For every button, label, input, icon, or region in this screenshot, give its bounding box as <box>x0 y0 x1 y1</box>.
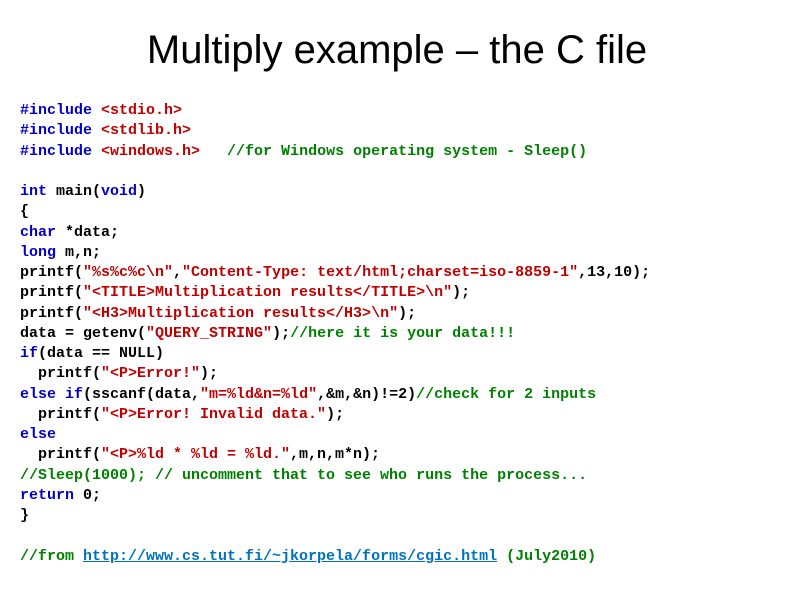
code-text: ,13,10); <box>578 264 650 281</box>
code-text: (data == NULL) <box>38 345 164 362</box>
string-literal: "<TITLE>Multiplication results</TITLE>\n… <box>83 284 452 301</box>
keyword-else: else <box>20 426 56 443</box>
string-literal: "%s%c%c\n" <box>83 264 173 281</box>
slide: Multiply example – the C file #include <… <box>0 0 794 595</box>
code-text: ,&m,&n)!=2) <box>317 386 416 403</box>
string-literal: "QUERY_STRING" <box>146 325 272 342</box>
code-text: main( <box>47 183 101 200</box>
comment: //here it is your data!!! <box>290 325 515 342</box>
include-keyword: #include <box>20 102 92 119</box>
brace: { <box>20 203 29 220</box>
code-text: *data; <box>56 224 119 241</box>
string-literal: "<P>Error!" <box>101 365 200 382</box>
string-literal: "<H3>Multiplication results</H3>\n" <box>83 305 398 322</box>
code-text: ); <box>452 284 470 301</box>
string-literal: "m=%ld&n=%ld" <box>200 386 317 403</box>
comment: //check for 2 inputs <box>416 386 596 403</box>
keyword-long: long <box>20 244 56 261</box>
brace: } <box>20 507 29 524</box>
string-literal: "<P>%ld * %ld = %ld." <box>101 446 290 463</box>
code-text: , <box>173 264 182 281</box>
include-header: <stdlib.h> <box>92 122 191 139</box>
include-keyword: #include <box>20 143 92 160</box>
include-keyword: #include <box>20 122 92 139</box>
comment-from: //from <box>20 548 83 565</box>
slide-title: Multiply example – the C file <box>20 28 774 73</box>
code-text: m,n; <box>56 244 101 261</box>
code-text: ) <box>137 183 146 200</box>
keyword-void: void <box>101 183 137 200</box>
code-text: ); <box>398 305 416 322</box>
code-text: 0; <box>74 487 101 504</box>
code-text: ); <box>200 365 218 382</box>
include-header: <stdio.h> <box>92 102 182 119</box>
keyword-int: int <box>20 183 47 200</box>
code-text: printf( <box>20 264 83 281</box>
comment: //Sleep(1000); // uncomment that to see … <box>20 467 587 484</box>
comment: //for Windows operating system - Sleep() <box>200 143 587 160</box>
include-header: <windows.h> <box>92 143 200 160</box>
code-text: (sscanf(data, <box>83 386 200 403</box>
code-text: printf( <box>20 365 101 382</box>
keyword-return: return <box>20 487 74 504</box>
comment-from-tail: (July2010) <box>497 548 596 565</box>
code-text: ); <box>272 325 290 342</box>
code-text: printf( <box>20 446 101 463</box>
code-text: ,m,n,m*n); <box>290 446 380 463</box>
code-text: printf( <box>20 305 83 322</box>
keyword-if: if <box>20 345 38 362</box>
string-literal: "Content-Type: text/html;charset=iso-885… <box>182 264 578 281</box>
keyword-char: char <box>20 224 56 241</box>
keyword-else-if: else if <box>20 386 83 403</box>
code-text: printf( <box>20 284 83 301</box>
code-block: #include <stdio.h> #include <stdlib.h> #… <box>20 101 774 567</box>
string-literal: "<P>Error! Invalid data." <box>101 406 326 423</box>
code-text: data = getenv( <box>20 325 146 342</box>
code-text: ); <box>326 406 344 423</box>
source-link[interactable]: http://www.cs.tut.fi/~jkorpela/forms/cgi… <box>83 548 497 565</box>
code-text: printf( <box>20 406 101 423</box>
